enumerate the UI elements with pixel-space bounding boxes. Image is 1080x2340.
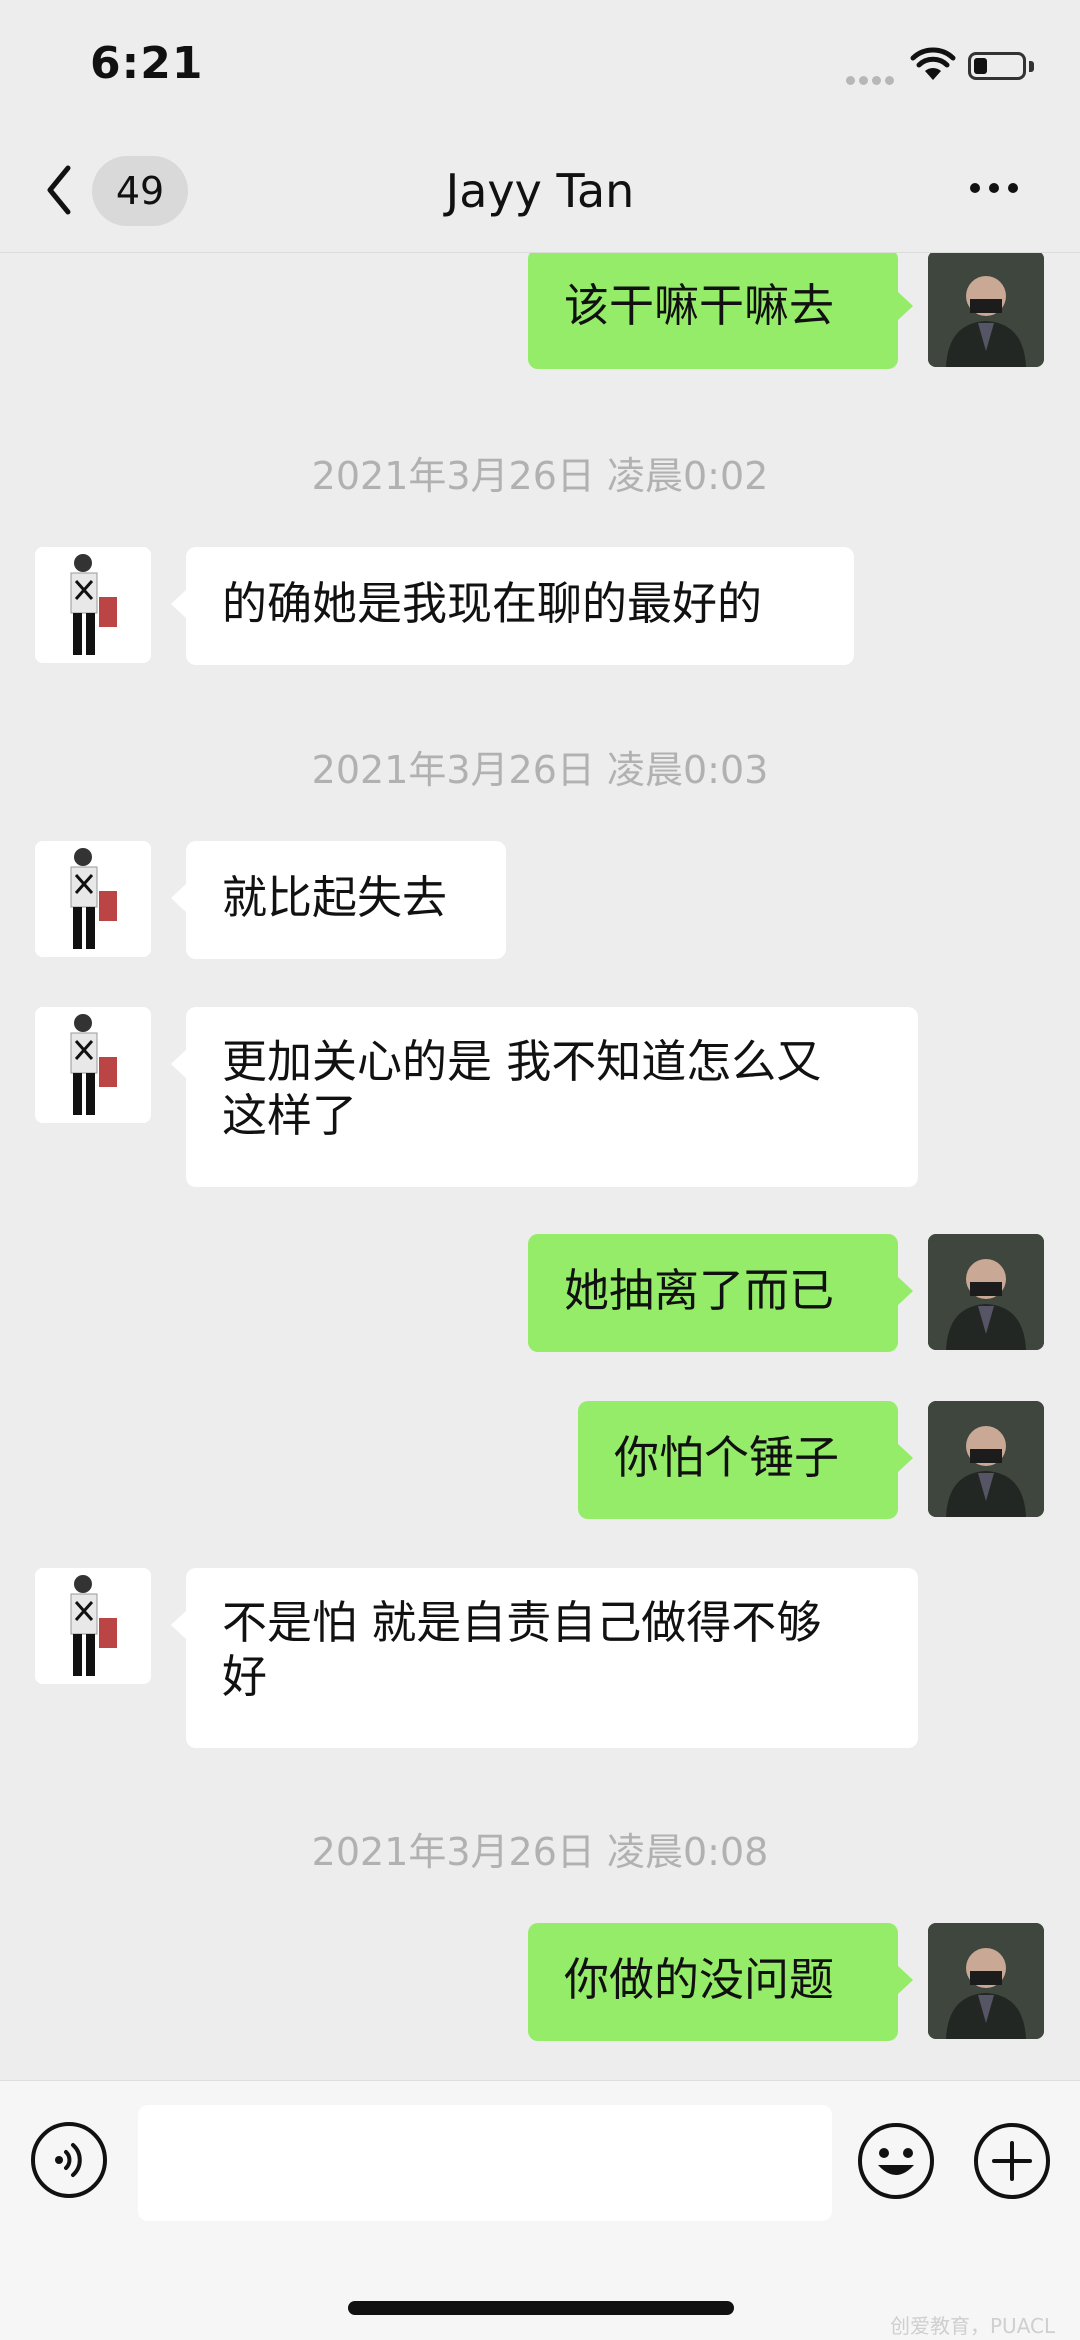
message-line: 不是怕 就是自责自己做得不够 (222, 1596, 822, 1649)
avatar-contact[interactable] (35, 1568, 151, 1684)
message-bubble-outgoing[interactable]: 她抽离了而已 (528, 1234, 913, 1352)
chevron-left-icon[interactable] (38, 160, 78, 220)
avatar-contact[interactable] (35, 547, 151, 663)
input-bar (0, 2080, 1080, 2340)
message-list: 该干嘛干嘛去 2021年3月26日 凌晨0:02 的确她是我现在聊的最好的 20… (0, 253, 1080, 2080)
message-bubble-incoming[interactable]: 不是怕 就是自责自己做得不够 好 (171, 1568, 918, 1748)
message-line: 更加关心的是 我不知道怎么又 (222, 1035, 822, 1088)
battery-icon (968, 52, 1036, 82)
message-line: 好 (222, 1650, 268, 1703)
message-bubble-incoming[interactable]: 更加关心的是 我不知道怎么又 这样了 (171, 1007, 918, 1187)
message-bubble-incoming[interactable]: 的确她是我现在聊的最好的 (171, 547, 854, 665)
status-bar: 6:21 (0, 0, 1080, 130)
message-bubble-incoming[interactable]: 就比起失去 (171, 841, 506, 959)
message-bubble-outgoing[interactable]: 该干嘛干嘛去 (528, 253, 913, 369)
more-dots-icon[interactable] (970, 178, 1030, 202)
signal-icon (846, 70, 898, 85)
chat-header: 49 Jayy Tan (0, 130, 1080, 253)
message-bubble-outgoing[interactable]: 你做的没问题 (528, 1923, 913, 2041)
watermark: 创爱教育，PUACL (890, 2314, 1056, 2338)
avatar-me[interactable] (928, 1234, 1044, 1350)
unread-count-badge[interactable]: 49 (92, 156, 188, 226)
message-line: 这样了 (222, 1089, 358, 1142)
avatar-contact[interactable] (35, 841, 151, 957)
avatar-me[interactable] (928, 253, 1044, 367)
emoji-icon[interactable] (856, 2121, 936, 2201)
avatar-me[interactable] (928, 1923, 1044, 2039)
message-bubble-outgoing[interactable]: 你怕个锤子 (578, 1401, 913, 1519)
wifi-icon (910, 47, 956, 80)
voice-icon[interactable] (30, 2121, 108, 2199)
status-time: 6:21 (90, 38, 204, 89)
chat-title: Jayy Tan (445, 164, 635, 218)
timestamp: 2021年3月26日 凌晨0:08 (311, 1830, 769, 1874)
home-indicator (348, 2301, 734, 2315)
timestamp: 2021年3月26日 凌晨0:02 (311, 454, 769, 498)
avatar-contact[interactable] (35, 1007, 151, 1123)
message-input[interactable] (138, 2105, 832, 2221)
plus-icon[interactable] (972, 2121, 1052, 2201)
timestamp: 2021年3月26日 凌晨0:03 (311, 748, 769, 792)
avatar-me[interactable] (928, 1401, 1044, 1517)
